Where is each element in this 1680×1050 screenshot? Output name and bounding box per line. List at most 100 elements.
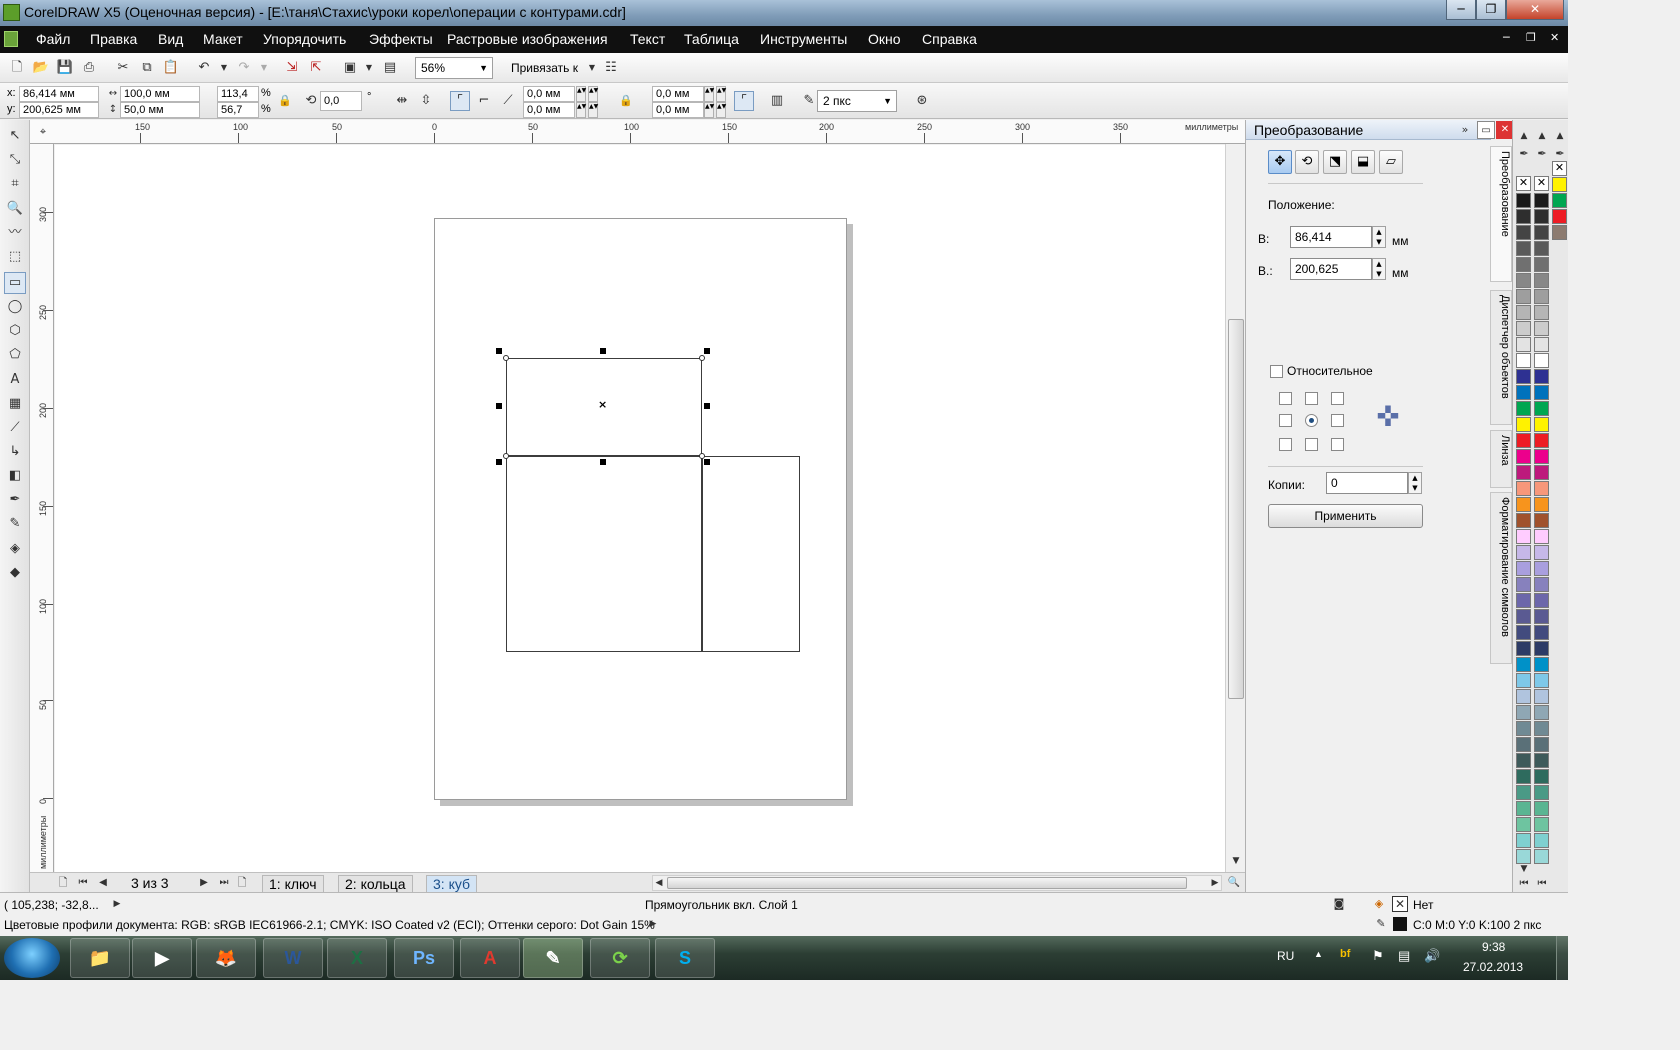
color-swatch[interactable] bbox=[1516, 225, 1531, 240]
color-swatch[interactable] bbox=[1516, 577, 1531, 592]
color-swatch[interactable] bbox=[1534, 513, 1549, 528]
color-swatch[interactable] bbox=[1516, 705, 1531, 720]
color-swatch[interactable] bbox=[1534, 225, 1549, 240]
rotation-angle-field[interactable]: 0,0 bbox=[320, 91, 362, 111]
anchor-top-right-checkbox[interactable] bbox=[1331, 392, 1344, 405]
menu-window[interactable]: Окно bbox=[868, 31, 901, 47]
menu-effects[interactable]: Эффекты bbox=[369, 31, 433, 47]
x-position-field[interactable]: 86,414 мм bbox=[19, 86, 99, 102]
mdi-minimize-button[interactable]: ─ bbox=[1503, 31, 1510, 44]
undo-icon[interactable]: ↶ bbox=[195, 59, 213, 77]
color-swatch[interactable] bbox=[1534, 721, 1549, 736]
color-swatch[interactable] bbox=[1534, 433, 1549, 448]
docker-tab-character-formatting[interactable]: Форматирование символов bbox=[1490, 492, 1512, 664]
horizontal-scrollbar[interactable] bbox=[652, 875, 1222, 891]
navigator-zoom-icon[interactable]: 🔍 bbox=[1225, 874, 1243, 892]
previous-page-icon[interactable]: ◀ bbox=[94, 874, 112, 892]
color-swatch[interactable] bbox=[1534, 401, 1549, 416]
launcher-dropdown-icon[interactable]: ▼ bbox=[360, 59, 378, 77]
scroll-right-icon[interactable]: ▶ bbox=[1206, 874, 1224, 892]
color-swatch[interactable] bbox=[1552, 209, 1567, 224]
palette-scroll-up-icon[interactable]: ▲ bbox=[1551, 127, 1569, 145]
color-swatch[interactable] bbox=[1534, 593, 1549, 608]
color-swatch[interactable] bbox=[1534, 385, 1549, 400]
maximize-button[interactable]: ❐ bbox=[1476, 0, 1506, 20]
color-swatch[interactable] bbox=[1534, 417, 1549, 432]
apply-button[interactable]: Применить bbox=[1268, 504, 1423, 528]
color-swatch[interactable] bbox=[1516, 209, 1531, 224]
chamfered-corner-icon[interactable]: ⟋ bbox=[499, 92, 517, 110]
fill-none-icon[interactable]: ✕ bbox=[1392, 896, 1408, 912]
selection-handle-right[interactable] bbox=[704, 403, 710, 409]
minimize-button[interactable]: ─ bbox=[1446, 0, 1476, 20]
clock-date[interactable]: 27.02.2013 bbox=[1463, 960, 1523, 974]
anchor-center-checkbox[interactable] bbox=[1305, 414, 1318, 427]
menu-tools[interactable]: Инструменты bbox=[760, 31, 847, 47]
color-swatch[interactable] bbox=[1516, 289, 1531, 304]
smart-fill-tool-icon[interactable]: ⬚ bbox=[5, 247, 25, 267]
color-swatch[interactable] bbox=[1534, 641, 1549, 656]
relative-position-checkbox[interactable] bbox=[1270, 365, 1283, 378]
color-swatch[interactable] bbox=[1516, 321, 1531, 336]
corner-lock-icon[interactable]: 🔒 bbox=[617, 92, 635, 110]
basic-shapes-tool-icon[interactable]: ⬠ bbox=[5, 345, 25, 365]
page-tab-key[interactable]: 1: ключ bbox=[262, 875, 324, 893]
palette-scroll-up-icon[interactable]: ▲ bbox=[1515, 127, 1533, 145]
ruler-origin-icon[interactable]: ⌖ bbox=[34, 123, 52, 141]
mdi-restore-button[interactable]: ❐ bbox=[1526, 31, 1536, 44]
color-swatch[interactable] bbox=[1534, 785, 1549, 800]
selection-handle-bottom-right[interactable] bbox=[704, 459, 710, 465]
zoom-level-combo[interactable]: 56% ▼ bbox=[415, 57, 493, 79]
anchor-top-checkbox[interactable] bbox=[1305, 392, 1318, 405]
corner-bl-spinner[interactable]: ▲▼ bbox=[576, 102, 586, 118]
wrap-text-icon[interactable]: ▥ bbox=[768, 92, 786, 110]
show-desktop-button[interactable] bbox=[1556, 936, 1568, 980]
color-swatch[interactable] bbox=[1516, 193, 1531, 208]
pick-tool-icon[interactable]: ↖ bbox=[5, 126, 25, 146]
scale-y-field[interactable]: 56,7 bbox=[217, 102, 259, 118]
color-swatch[interactable] bbox=[1534, 449, 1549, 464]
color-swatch[interactable] bbox=[1534, 289, 1549, 304]
menu-view[interactable]: Вид bbox=[158, 31, 183, 47]
color-swatch[interactable] bbox=[1516, 465, 1531, 480]
color-swatch[interactable] bbox=[1534, 737, 1549, 752]
color-swatch[interactable] bbox=[1534, 209, 1549, 224]
menu-arrange[interactable]: Упорядочить bbox=[263, 31, 346, 47]
ellipse-tool-icon[interactable]: ◯ bbox=[5, 297, 25, 317]
anchor-bottom-checkbox[interactable] bbox=[1305, 438, 1318, 451]
color-swatch[interactable] bbox=[1516, 689, 1531, 704]
corner-top-right-field[interactable]: 0,0 мм bbox=[652, 86, 704, 102]
taskbar-app-green[interactable]: ⟳ bbox=[590, 938, 650, 978]
color-swatch[interactable] bbox=[1534, 753, 1549, 768]
vertical-position-spinner[interactable]: ▲ ▼ bbox=[1372, 258, 1386, 280]
docker-tab-lens[interactable]: Линза bbox=[1490, 430, 1512, 488]
cut-icon[interactable]: ✂ bbox=[114, 59, 132, 77]
color-swatch[interactable] bbox=[1516, 337, 1531, 352]
first-page-icon[interactable]: ⏮ bbox=[74, 874, 92, 892]
color-swatch[interactable] bbox=[1534, 321, 1549, 336]
anchor-right-checkbox[interactable] bbox=[1331, 414, 1344, 427]
color-swatch[interactable] bbox=[1516, 417, 1531, 432]
taskbar-explorer[interactable]: 📁 bbox=[70, 938, 130, 978]
menu-layout[interactable]: Макет bbox=[203, 31, 243, 47]
zoom-tool-icon[interactable]: 🔍 bbox=[5, 199, 25, 219]
color-swatch[interactable] bbox=[1516, 785, 1531, 800]
eyedropper-icon[interactable]: ✒ bbox=[1533, 145, 1551, 163]
start-button[interactable] bbox=[4, 938, 60, 978]
application-launcher-icon[interactable]: ▣ bbox=[341, 59, 359, 77]
docker-collapse-icon[interactable]: » bbox=[1456, 121, 1474, 139]
taskbar-skype[interactable]: S bbox=[655, 938, 715, 978]
mirror-horizontal-icon[interactable]: ⇹ bbox=[393, 92, 411, 110]
corner-node[interactable] bbox=[503, 355, 509, 361]
color-swatch[interactable] bbox=[1552, 225, 1567, 240]
menu-text[interactable]: Текст bbox=[630, 31, 665, 47]
color-swatch[interactable] bbox=[1516, 481, 1531, 496]
round-corner-icon[interactable]: ⌜ bbox=[450, 91, 470, 111]
color-swatch[interactable] bbox=[1534, 849, 1549, 864]
skew-transform-button[interactable]: ▱ bbox=[1379, 150, 1403, 174]
color-swatch[interactable] bbox=[1534, 273, 1549, 288]
color-swatch[interactable] bbox=[1516, 497, 1531, 512]
add-page-before-icon[interactable]: 🗋 bbox=[54, 874, 72, 892]
taskbar-word[interactable]: W bbox=[263, 938, 323, 978]
corner-bottom-right-field[interactable]: 0,0 мм bbox=[652, 102, 704, 118]
